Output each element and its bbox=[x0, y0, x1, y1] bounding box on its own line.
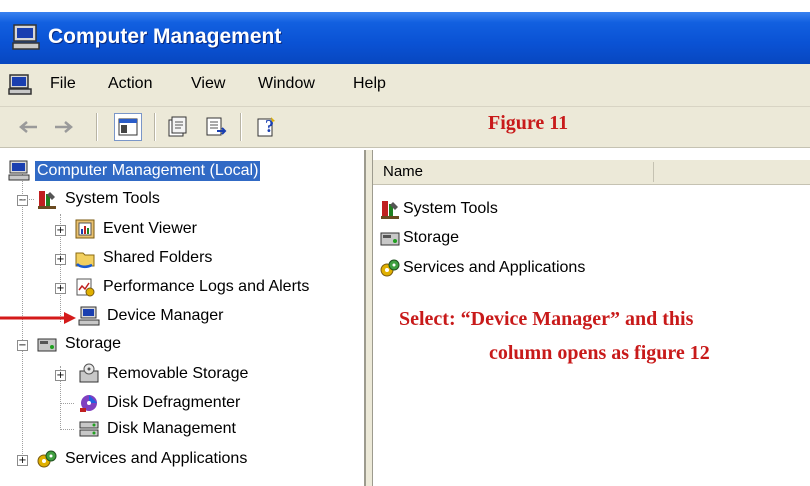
tree-item-services-and-applications[interactable]: Services and Applications bbox=[36, 446, 249, 472]
tree-item-performance-logs-and-alerts[interactable]: Performance Logs and Alerts bbox=[74, 274, 311, 300]
tree-item-label: Services and Applications bbox=[65, 450, 248, 467]
menu-bar: File Action View Window Help bbox=[0, 64, 810, 107]
list-item-label: Services and Applications bbox=[403, 259, 586, 276]
back-arrow-icon[interactable] bbox=[14, 113, 42, 141]
menu-file[interactable]: File bbox=[50, 75, 76, 93]
tree-item-label: Computer Management (Local) bbox=[35, 161, 261, 181]
services-and-applications-icon bbox=[379, 257, 401, 279]
tree-item-computer-management-local[interactable]: Computer Management (Local) bbox=[8, 158, 261, 184]
tree-item-label: Storage bbox=[65, 335, 122, 352]
expand-toggle[interactable]: + bbox=[55, 370, 66, 381]
figure-11-label: Figure 11 bbox=[488, 112, 569, 134]
tree-connector-line bbox=[22, 199, 34, 200]
disk-defragmenter-icon bbox=[78, 392, 100, 414]
export-list-icon[interactable] bbox=[202, 113, 230, 141]
toolbar-separator bbox=[96, 113, 98, 141]
storage-icon bbox=[36, 333, 58, 355]
tree-item-system-tools[interactable]: System Tools bbox=[36, 186, 162, 212]
tree-item-label: Performance Logs and Alerts bbox=[103, 278, 310, 295]
toolbar: ? bbox=[0, 107, 810, 148]
tree-item-disk-defragmenter[interactable]: Disk Defragmenter bbox=[78, 390, 242, 416]
tree-item-storage[interactable]: Storage bbox=[36, 331, 123, 357]
expand-toggle[interactable]: + bbox=[55, 254, 66, 265]
column-header-name[interactable]: Name bbox=[373, 160, 810, 185]
tree-item-label: Device Manager bbox=[107, 307, 224, 324]
tree-item-device-manager[interactable]: Device Manager bbox=[78, 303, 226, 329]
list-item-label: System Tools bbox=[403, 200, 498, 217]
tree-item-disk-management[interactable]: Disk Management bbox=[78, 416, 238, 442]
tree-connector-line bbox=[60, 403, 74, 404]
show-hide-tree-icon[interactable] bbox=[114, 113, 142, 141]
list-item-system-tools[interactable]: System Tools bbox=[379, 196, 498, 222]
instruction-line-2: column opens as figure 12 bbox=[489, 342, 710, 364]
tree-item-label: Event Viewer bbox=[103, 220, 197, 237]
tree-item-label: Disk Management bbox=[107, 420, 236, 437]
list-item-label: Storage bbox=[403, 229, 460, 246]
list-item-services-and-applications[interactable]: Services and Applications bbox=[379, 255, 585, 281]
disk-management-icon bbox=[78, 418, 100, 440]
system-tools-icon bbox=[36, 188, 58, 210]
computer-icon bbox=[8, 160, 30, 182]
tree-item-event-viewer[interactable]: Event Viewer bbox=[74, 216, 199, 242]
tree-item-label: System Tools bbox=[65, 190, 160, 207]
removable-storage-icon bbox=[78, 363, 100, 385]
shared-folder-icon bbox=[74, 247, 96, 269]
tree-item-removable-storage[interactable]: Removable Storage bbox=[78, 361, 250, 387]
list-item-storage[interactable]: Storage bbox=[379, 225, 459, 251]
tree-item-label: Shared Folders bbox=[103, 249, 213, 266]
cropped-caption-strip bbox=[0, 0, 810, 12]
menu-view[interactable]: View bbox=[191, 75, 225, 93]
red-pointer-arrow bbox=[0, 312, 76, 324]
tree-item-shared-folders[interactable]: Shared Folders bbox=[74, 245, 214, 271]
services-and-applications-icon bbox=[36, 448, 58, 470]
column-separator[interactable] bbox=[653, 162, 654, 182]
toolbar-separator bbox=[154, 113, 156, 141]
event-viewer-icon bbox=[74, 218, 96, 240]
expand-toggle[interactable]: + bbox=[55, 225, 66, 236]
instruction-line-1: Select: “Device Manager” and this bbox=[399, 308, 694, 330]
details-pane: Name System Tools Storage Services and A… bbox=[372, 150, 810, 486]
help-icon[interactable]: ? bbox=[254, 113, 282, 141]
system-menu-icon[interactable] bbox=[8, 74, 32, 100]
tree-item-label: Disk Defragmenter bbox=[107, 394, 241, 411]
title-bar[interactable]: Computer Management bbox=[0, 12, 810, 64]
window-title: Computer Management bbox=[48, 25, 282, 48]
expand-toggle[interactable]: + bbox=[55, 283, 66, 294]
tree-item-label: Removable Storage bbox=[107, 365, 249, 382]
forward-arrow-icon[interactable] bbox=[50, 113, 78, 141]
storage-icon bbox=[379, 227, 401, 249]
performance-logs-icon bbox=[74, 276, 96, 298]
tree-connector-line bbox=[60, 429, 74, 430]
menu-help[interactable]: Help bbox=[353, 75, 386, 93]
collapse-toggle[interactable]: − bbox=[17, 340, 28, 351]
menu-action[interactable]: Action bbox=[108, 75, 152, 93]
toolbar-separator bbox=[240, 113, 242, 141]
computer-management-icon bbox=[12, 24, 40, 54]
menu-window[interactable]: Window bbox=[258, 75, 315, 93]
column-header-label: Name bbox=[383, 163, 424, 180]
device-manager-icon bbox=[78, 305, 100, 327]
properties-icon[interactable] bbox=[164, 113, 192, 141]
collapse-toggle[interactable]: − bbox=[17, 195, 28, 206]
system-tools-icon bbox=[379, 198, 401, 220]
expand-toggle[interactable]: + bbox=[17, 455, 28, 466]
